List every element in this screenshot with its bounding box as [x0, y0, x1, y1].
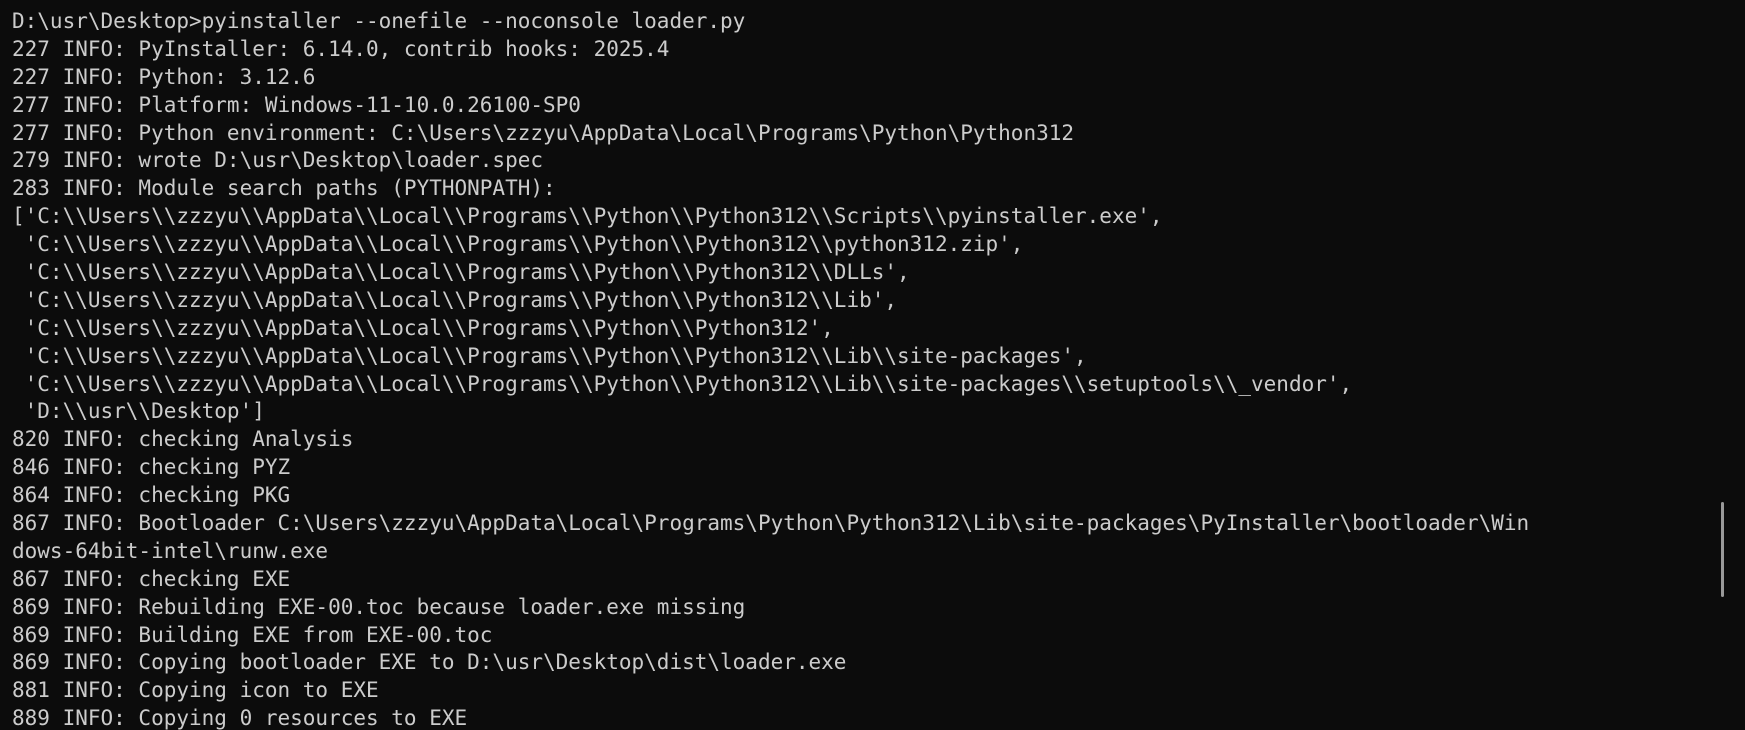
terminal-line: 277 INFO: Python environment: C:\Users\z… — [12, 120, 1075, 145]
terminal-window[interactable]: D:\usr\Desktop>pyinstaller --onefile --n… — [0, 0, 1745, 730]
terminal-line: 227 INFO: Python: 3.12.6 — [12, 64, 316, 89]
terminal-line: 869 INFO: Rebuilding EXE-00.toc because … — [12, 594, 746, 619]
terminal-line: 'C:\\Users\\zzzyu\\AppData\\Local\\Progr… — [12, 260, 910, 285]
terminal-line: 864 INFO: checking PKG — [12, 483, 291, 508]
terminal-line: 'C:\\Users\\zzzyu\\AppData\\Local\\Progr… — [12, 287, 898, 312]
terminal-line: 279 INFO: wrote D:\usr\Desktop\loader.sp… — [12, 148, 544, 173]
terminal-line: 867 INFO: Bootloader C:\Users\zzzyu\AppD… — [12, 511, 1530, 536]
terminal-line: 867 INFO: checking EXE — [12, 566, 291, 591]
terminal-line: 277 INFO: Platform: Windows-11-10.0.2610… — [12, 92, 581, 117]
terminal-line: dows-64bit-intel\runw.exe — [12, 538, 329, 563]
terminal-line: 283 INFO: Module search paths (PYTHONPAT… — [12, 176, 556, 201]
terminal-line: 'D:\\usr\\Desktop'] — [12, 399, 265, 424]
terminal-line: 'C:\\Users\\zzzyu\\AppData\\Local\\Progr… — [12, 232, 1024, 257]
terminal-line: 'C:\\Users\\zzzyu\\AppData\\Local\\Progr… — [12, 315, 834, 340]
terminal-line: ['C:\\Users\\zzzyu\\AppData\\Local\\Prog… — [12, 204, 1163, 229]
terminal-line: 846 INFO: checking PYZ — [12, 455, 291, 480]
terminal-line: 227 INFO: PyInstaller: 6.14.0, contrib h… — [12, 36, 670, 61]
terminal-line: 'C:\\Users\\zzzyu\\AppData\\Local\\Progr… — [12, 371, 1353, 396]
scrollbar-thumb[interactable] — [1721, 502, 1724, 597]
terminal-line: 889 INFO: Copying 0 resources to EXE — [12, 706, 468, 730]
terminal-line: 869 INFO: Copying bootloader EXE to D:\u… — [12, 650, 847, 675]
terminal-line: 820 INFO: checking Analysis — [12, 427, 354, 452]
terminal-line: 881 INFO: Copying icon to EXE — [12, 678, 379, 703]
terminal-line: D:\usr\Desktop>pyinstaller --onefile --n… — [12, 9, 746, 33]
terminal-line: 869 INFO: Building EXE from EXE-00.toc — [12, 622, 493, 647]
terminal-line: 'C:\\Users\\zzzyu\\AppData\\Local\\Progr… — [12, 343, 1087, 368]
terminal-output[interactable]: D:\usr\Desktop>pyinstaller --onefile --n… — [12, 8, 1717, 730]
